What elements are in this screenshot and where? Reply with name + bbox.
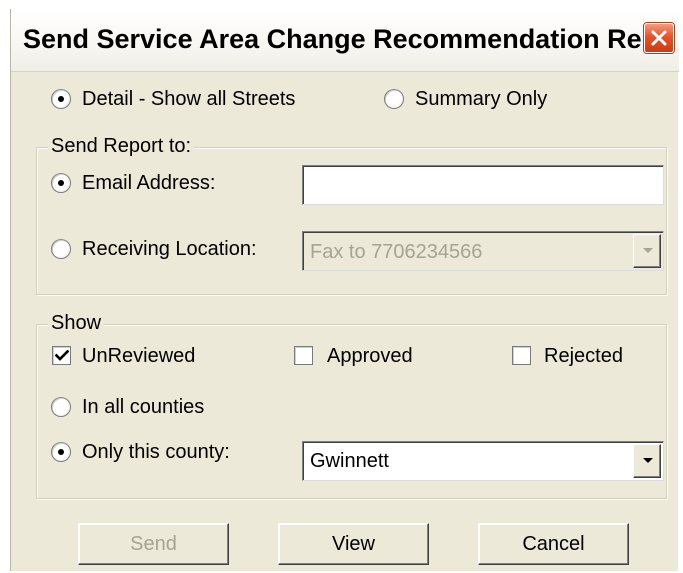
chevron-down-icon [643, 248, 653, 253]
rejected-checkbox[interactable] [512, 346, 531, 365]
show-group-label: Show [48, 312, 105, 335]
email-input[interactable] [302, 165, 664, 205]
summary-label: Summary Only [415, 88, 548, 110]
approved-checkbox[interactable] [294, 346, 313, 365]
title-bar[interactable]: Send Service Area Change Recommendation … [11, 9, 679, 72]
chevron-down-icon [643, 458, 653, 463]
only-county-radio[interactable] [51, 442, 71, 462]
all-counties-radio[interactable] [51, 397, 71, 417]
radio-selected-dot [58, 449, 64, 455]
dialog-window: Send Service Area Change Recommendation … [10, 9, 679, 571]
only-county-label: Only this county: [82, 441, 230, 463]
receiving-location-radio[interactable] [51, 239, 71, 259]
email-label: Email Address: [82, 172, 216, 194]
detail-radio[interactable] [51, 89, 71, 109]
view-button[interactable]: View [278, 523, 429, 565]
unreviewed-label: UnReviewed [82, 345, 196, 367]
all-counties-label: In all counties [82, 396, 205, 418]
county-select[interactable]: Gwinnett [302, 441, 664, 481]
county-dropdown-button[interactable] [633, 444, 661, 478]
email-radio[interactable] [51, 173, 71, 193]
unreviewed-checkbox[interactable] [52, 346, 71, 365]
receiving-location-select[interactable]: Fax to 7706234566 [302, 231, 664, 271]
radio-selected-dot [58, 96, 64, 102]
send-button[interactable]: Send [78, 523, 229, 565]
radio-selected-dot [58, 180, 64, 186]
checkmark-icon [55, 349, 69, 361]
summary-radio[interactable] [384, 89, 404, 109]
county-value: Gwinnett [310, 450, 389, 472]
send-report-group-label: Send Report to: [48, 135, 195, 158]
receiving-location-value: Fax to 7706234566 [310, 241, 483, 263]
detail-label: Detail - Show all Streets [82, 88, 296, 110]
window-title: Send Service Area Change Recommendation … [23, 24, 665, 54]
rejected-label: Rejected [544, 345, 623, 367]
approved-label: Approved [327, 345, 413, 367]
receiving-location-label: Receiving Location: [82, 238, 257, 260]
cancel-button[interactable]: Cancel [478, 523, 629, 565]
close-button[interactable] [644, 23, 674, 53]
close-icon [651, 30, 667, 46]
receiving-location-dropdown-button[interactable] [633, 234, 661, 268]
